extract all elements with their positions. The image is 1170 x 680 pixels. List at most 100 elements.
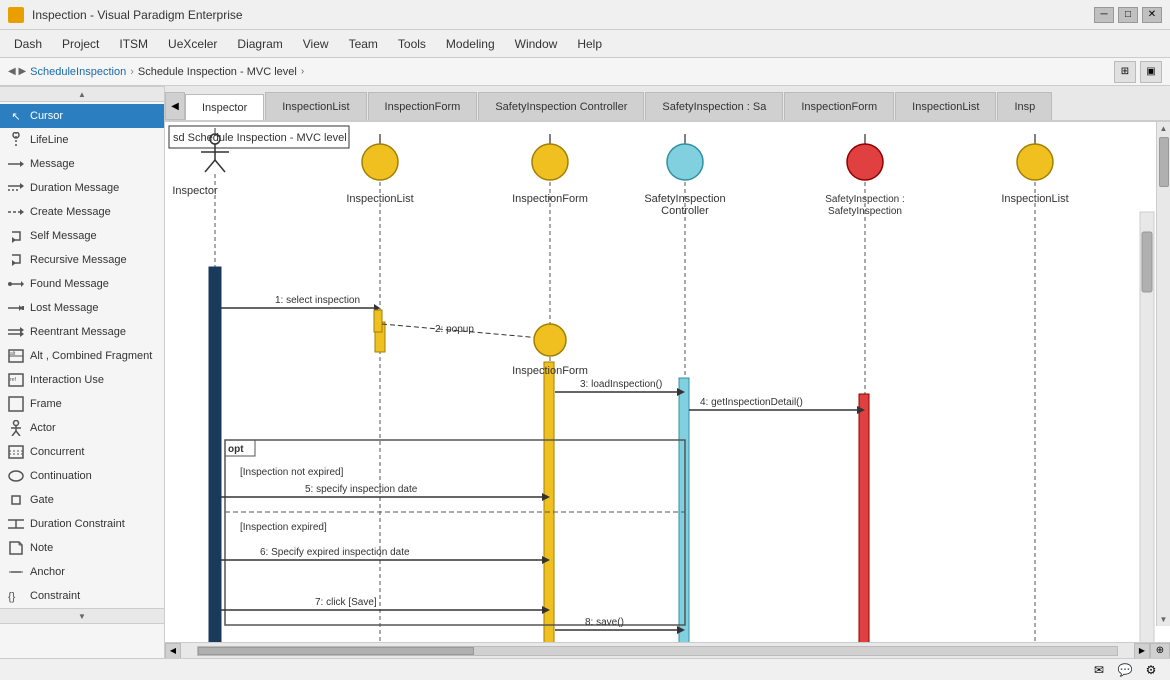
svg-text:7: click [Save]: 7: click [Save] xyxy=(315,597,377,608)
scroll-down-arrow[interactable]: ▼ xyxy=(1160,615,1168,624)
vertical-scrollbar[interactable]: ▲ ▼ xyxy=(1156,122,1170,626)
sidebar-item-note-label: Note xyxy=(30,542,53,554)
horizontal-scrollbar[interactable]: ◀ ▶ ⊕ xyxy=(165,642,1170,658)
sidebar-item-constraint[interactable]: {} Constraint xyxy=(0,584,164,608)
scroll-left-arrow[interactable]: ◀ xyxy=(165,643,181,659)
sidebar-item-create-label: Create Message xyxy=(30,206,111,218)
tab-inspectionform2[interactable]: InspectionForm xyxy=(784,92,894,120)
sidebar-item-lost-message[interactable]: Lost Message xyxy=(0,296,164,320)
window-controls[interactable]: ─ □ ✕ xyxy=(1094,7,1162,23)
sidebar-item-lifeline[interactable]: LifeLine xyxy=(0,128,164,152)
sidebar-item-interaction-label: Interaction Use xyxy=(30,374,104,386)
scrollbar-track[interactable] xyxy=(197,646,1118,656)
chat-icon[interactable]: 💬 xyxy=(1114,662,1136,678)
window-icon-button[interactable]: ▣ xyxy=(1140,61,1162,83)
menu-diagram[interactable]: Diagram xyxy=(227,33,292,55)
email-icon[interactable]: ✉ xyxy=(1088,662,1110,678)
grid-icon-button[interactable]: ⊞ xyxy=(1114,61,1136,83)
sidebar-item-duration-constraint[interactable]: Duration Constraint xyxy=(0,512,164,536)
status-bar: ✉ 💬 ⚙ xyxy=(0,658,1170,680)
close-button[interactable]: ✕ xyxy=(1142,7,1162,23)
constraint-icon: {} xyxy=(8,588,24,604)
reentrant-message-icon xyxy=(8,324,24,340)
breadcrumb-sep: › xyxy=(130,66,134,78)
sidebar-item-frame[interactable]: Frame xyxy=(0,392,164,416)
svg-text:[Inspection not expired]: [Inspection not expired] xyxy=(240,467,344,478)
sidebar-item-continuation[interactable]: Continuation xyxy=(0,464,164,488)
tab-safetyinspection[interactable]: SafetyInspection : Sa xyxy=(645,92,783,120)
concurrent-icon xyxy=(8,444,24,460)
sidebar-item-concurrent[interactable]: Concurrent xyxy=(0,440,164,464)
sidebar-item-actor-label: Actor xyxy=(30,422,56,434)
menu-dash[interactable]: Dash xyxy=(4,33,52,55)
sidebar-item-interaction-use[interactable]: ref Interaction Use xyxy=(0,368,164,392)
cursor-icon: ↖ xyxy=(8,108,24,124)
tab-inspectionlist2[interactable]: InspectionList xyxy=(895,92,996,120)
sidebar-item-create-message[interactable]: Create Message xyxy=(0,200,164,224)
sidebar-item-duration-message[interactable]: Duration Message xyxy=(0,176,164,200)
menu-project[interactable]: Project xyxy=(52,33,109,55)
scroll-right-arrow[interactable]: ▶ xyxy=(1134,643,1150,659)
svg-text:Inspector: Inspector xyxy=(172,185,218,197)
app-icon xyxy=(8,7,24,23)
sidebar-scroll-up[interactable]: ▲ xyxy=(0,86,164,102)
duration-message-icon xyxy=(8,180,24,196)
sidebar-item-found-label: Found Message xyxy=(30,278,109,290)
menu-uexceler[interactable]: UeXceler xyxy=(158,33,227,55)
menu-team[interactable]: Team xyxy=(339,33,388,55)
tab-safetycontroller[interactable]: SafetyInspection Controller xyxy=(478,92,644,120)
zoom-button[interactable]: ⊕ xyxy=(1150,643,1170,659)
sidebar-item-self-message[interactable]: Self Message xyxy=(0,224,164,248)
sidebar-item-recursive-label: Recursive Message xyxy=(30,254,127,266)
sidebar-item-recursive-message[interactable]: Recursive Message xyxy=(0,248,164,272)
sidebar-scroll-down[interactable]: ▼ xyxy=(0,608,164,624)
frame-icon xyxy=(8,396,24,412)
sidebar-item-note[interactable]: Note xyxy=(0,536,164,560)
sidebar-item-message-label: Message xyxy=(30,158,75,170)
svg-text:ref: ref xyxy=(10,377,16,383)
menu-window[interactable]: Window xyxy=(505,33,568,55)
maximize-button[interactable]: □ xyxy=(1118,7,1138,23)
sidebar-item-gate[interactable]: Gate xyxy=(0,488,164,512)
sidebar-item-found-message[interactable]: Found Message xyxy=(0,272,164,296)
tab-insp[interactable]: Insp xyxy=(997,92,1052,120)
main-layout: ▲ ↖ Cursor LifeLine Message Duration Mes… xyxy=(0,86,1170,658)
sidebar-item-actor[interactable]: Actor xyxy=(0,416,164,440)
minimize-button[interactable]: ─ xyxy=(1094,7,1114,23)
breadcrumb-current: Schedule Inspection - MVC level xyxy=(138,66,297,78)
lifeline-icon xyxy=(8,132,24,148)
found-message-icon xyxy=(8,276,24,292)
scroll-thumb-vertical[interactable] xyxy=(1159,137,1169,187)
tab-inspector[interactable]: Inspector xyxy=(185,94,264,122)
diagram-area[interactable]: sd Schedule Inspection - MVC level Inspe… xyxy=(165,122,1170,642)
menu-itsm[interactable]: ITSM xyxy=(109,33,158,55)
tab-inspectionform[interactable]: InspectionForm xyxy=(368,92,478,120)
lifeline-tabs: ◀ Inspector InspectionList InspectionFor… xyxy=(165,86,1170,122)
sidebar-item-alt-combined[interactable]: alt Alt , Combined Fragment xyxy=(0,344,164,368)
menu-tools[interactable]: Tools xyxy=(388,33,436,55)
menu-view[interactable]: View xyxy=(293,33,339,55)
sidebar-item-message[interactable]: Message xyxy=(0,152,164,176)
menu-modeling[interactable]: Modeling xyxy=(436,33,505,55)
svg-text:InspectionForm: InspectionForm xyxy=(512,365,588,377)
breadcrumb-nav-arrow[interactable]: ◀ ▶ xyxy=(8,66,26,77)
svg-text:1: select inspection: 1: select inspection xyxy=(275,295,360,306)
self-message-icon xyxy=(8,228,24,244)
tab-inspectionlist[interactable]: InspectionList xyxy=(265,92,366,120)
sidebar-item-lost-label: Lost Message xyxy=(30,302,98,314)
tab-scroll-left[interactable]: ◀ xyxy=(165,92,185,120)
menu-help[interactable]: Help xyxy=(567,33,612,55)
sidebar-item-reentrant-message[interactable]: Reentrant Message xyxy=(0,320,164,344)
sidebar-item-cursor[interactable]: ↖ Cursor xyxy=(0,104,164,128)
breadcrumb-item-0[interactable]: ScheduleInspection xyxy=(30,66,126,78)
anchor-icon xyxy=(8,564,24,580)
scrollbar-thumb[interactable] xyxy=(198,647,474,655)
settings-icon[interactable]: ⚙ xyxy=(1140,662,1162,678)
sidebar-item-anchor-label: Anchor xyxy=(30,566,65,578)
scroll-up-arrow[interactable]: ▲ xyxy=(1160,124,1168,133)
actor-icon xyxy=(8,420,24,436)
alt-combined-icon: alt xyxy=(8,348,24,364)
breadcrumb-forward-arrow: › xyxy=(301,66,304,77)
continuation-icon xyxy=(8,468,24,484)
sidebar-item-anchor[interactable]: Anchor xyxy=(0,560,164,584)
